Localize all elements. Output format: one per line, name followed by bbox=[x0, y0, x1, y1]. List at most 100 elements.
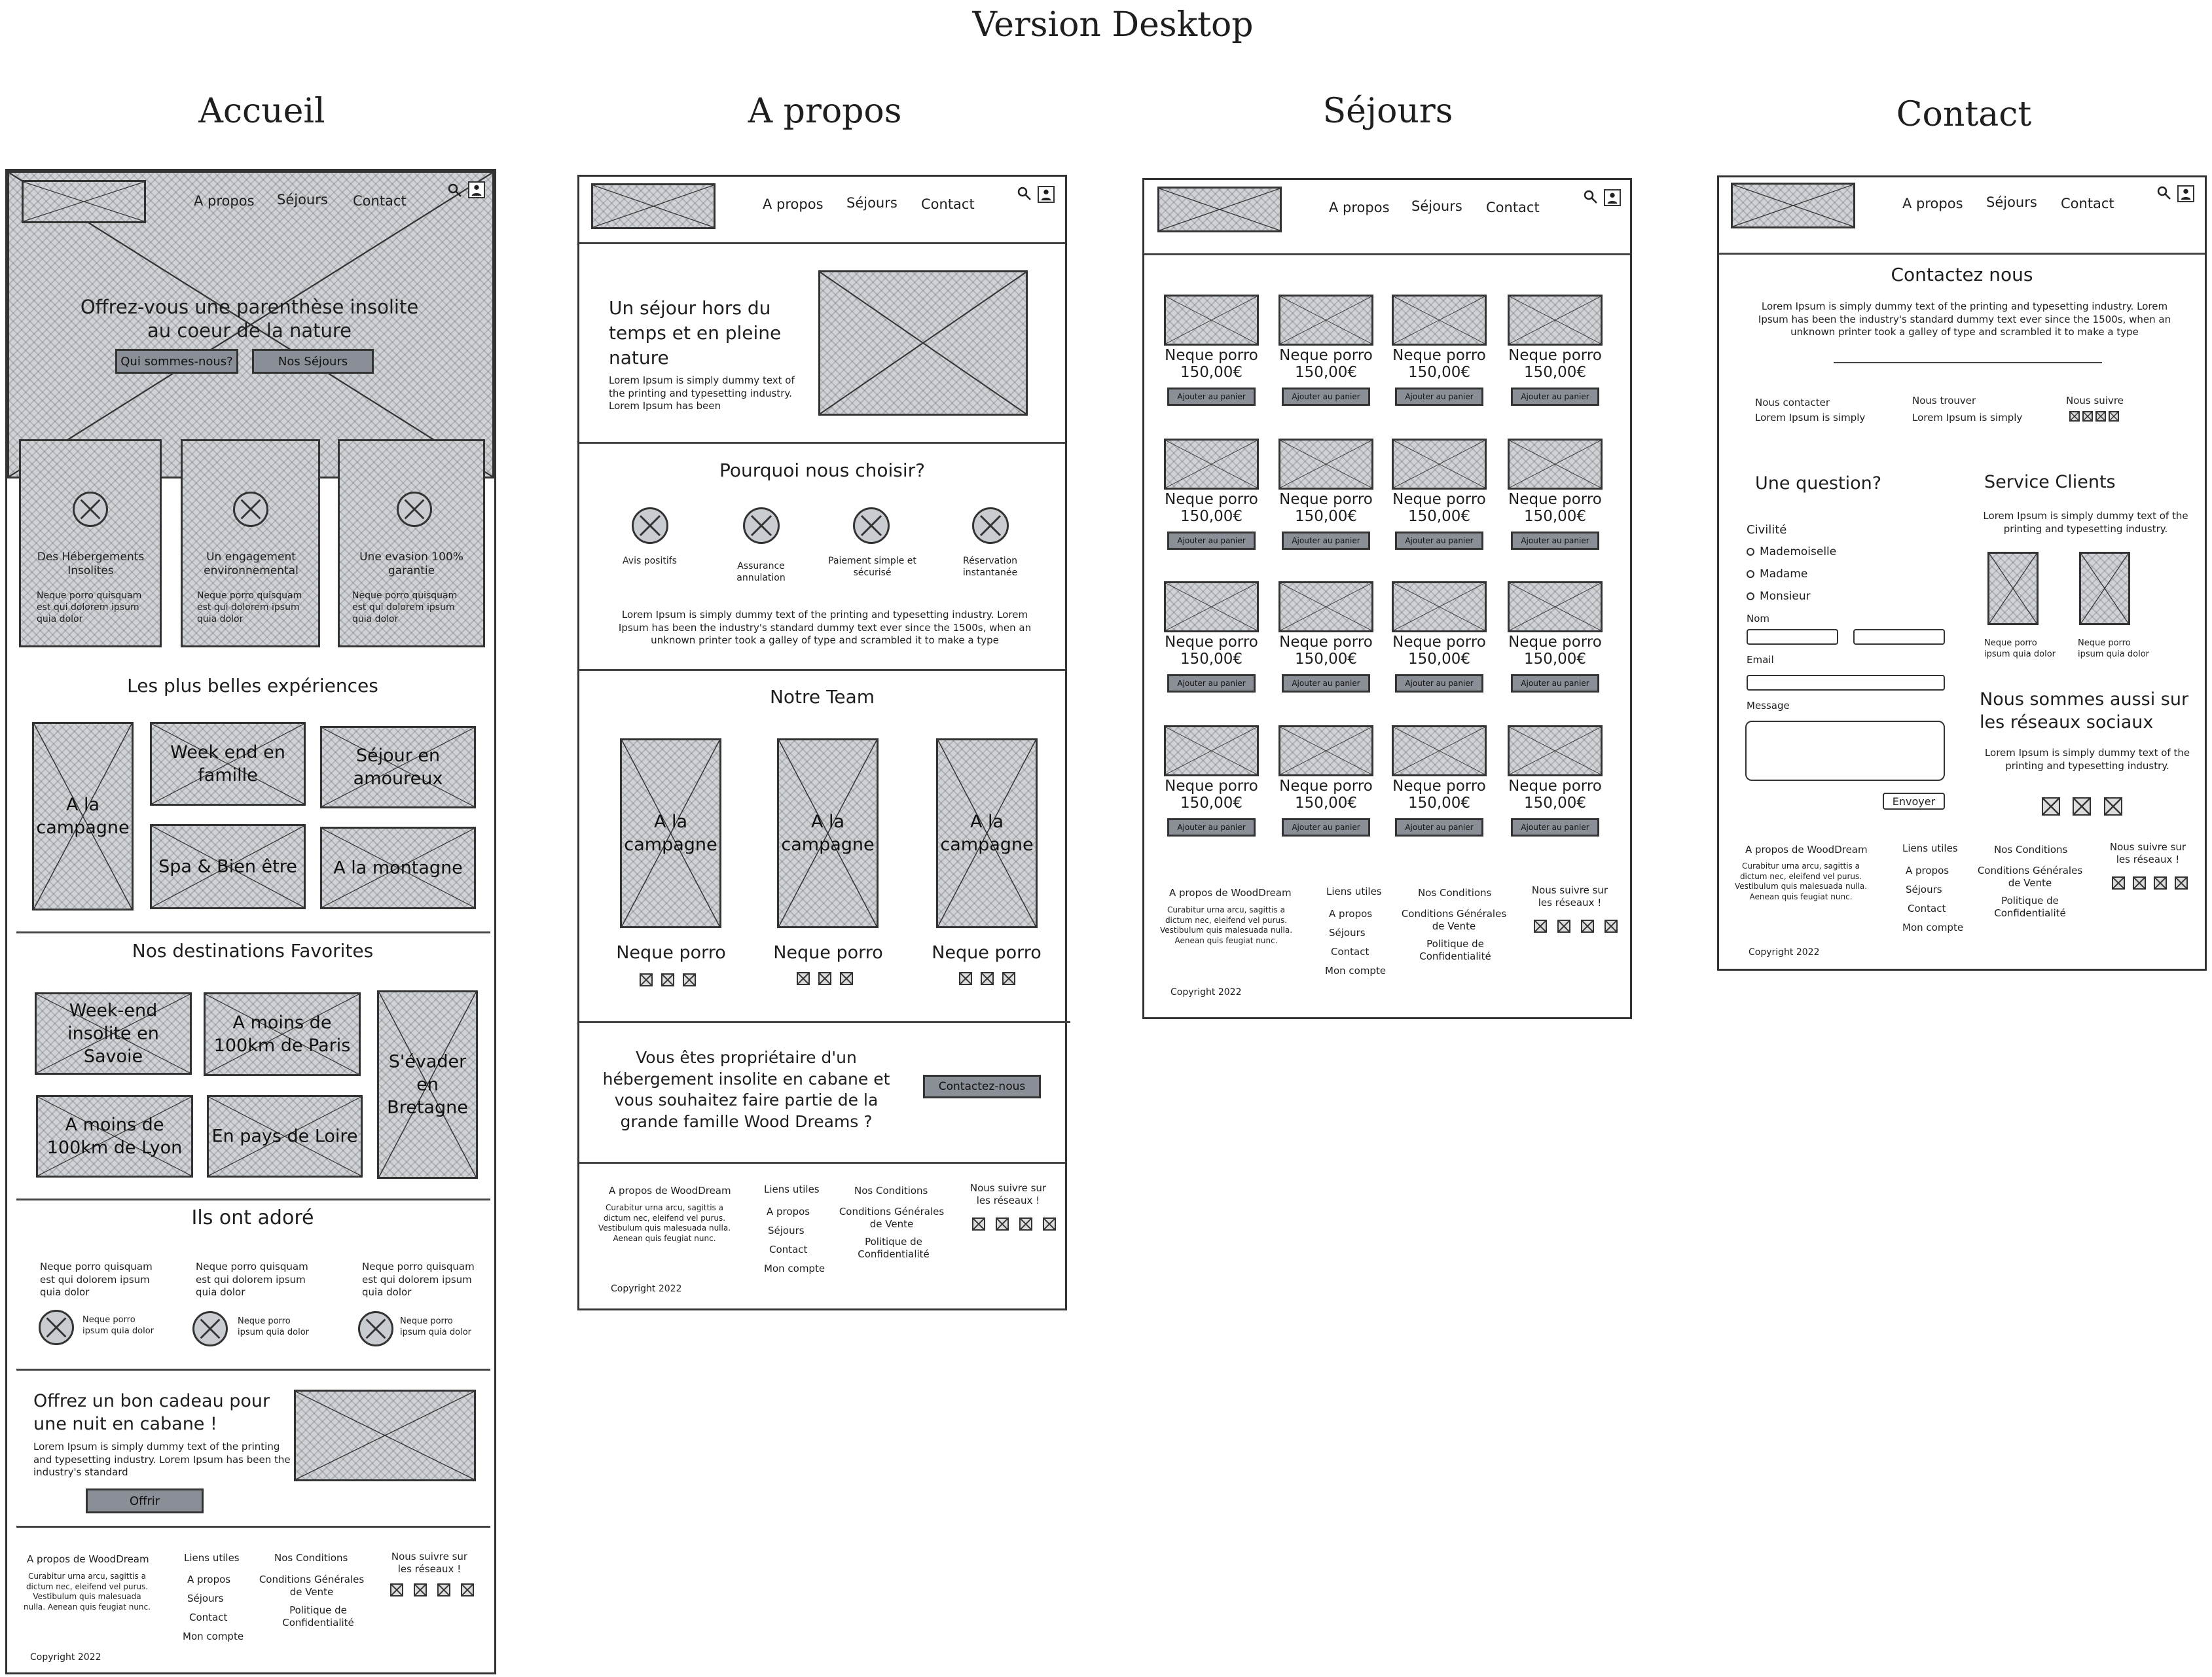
social-icon[interactable] bbox=[959, 972, 972, 985]
ajouter-panier-button[interactable]: Ajouter au panier bbox=[1395, 388, 1483, 406]
ajouter-panier-button[interactable]: Ajouter au panier bbox=[1167, 388, 1256, 406]
footer-link[interactable]: A propos bbox=[1906, 865, 1949, 877]
sejour-card[interactable]: Neque porro 150,00€ Ajouter au panier bbox=[1164, 439, 1262, 563]
ajouter-panier-button[interactable]: Ajouter au panier bbox=[1167, 674, 1256, 693]
footer-privacy[interactable]: Politique de Confidentialité bbox=[1406, 938, 1504, 963]
social-icon[interactable] bbox=[2042, 797, 2060, 816]
destination-card[interactable]: A moins de 100km de Paris bbox=[204, 992, 361, 1076]
social-icon[interactable] bbox=[840, 972, 853, 985]
social-icon[interactable] bbox=[1534, 920, 1547, 933]
nav-sejours[interactable]: Séjours bbox=[846, 195, 897, 211]
social-icon[interactable] bbox=[2104, 797, 2122, 816]
radio-monsieur[interactable]: Monsieur bbox=[1747, 590, 1811, 603]
footer-link[interactable]: Mon compte bbox=[1902, 922, 1963, 934]
footer-cgv[interactable]: Conditions Générales de Vente bbox=[256, 1574, 367, 1598]
nav-a-propos[interactable]: A propos bbox=[194, 193, 255, 209]
social-icon[interactable] bbox=[2073, 797, 2091, 816]
footer-privacy[interactable]: Politique de Confidentialité bbox=[1981, 895, 2079, 920]
ajouter-panier-button[interactable]: Ajouter au panier bbox=[1511, 818, 1599, 837]
offrir-button[interactable]: Offrir bbox=[86, 1488, 204, 1513]
experience-card[interactable]: Spa & Bien être bbox=[150, 824, 306, 909]
sejour-card[interactable]: Neque porro 150,00€ Ajouter au panier bbox=[1278, 581, 1377, 706]
search-icon[interactable] bbox=[447, 183, 463, 198]
social-icon[interactable] bbox=[2133, 876, 2146, 890]
nav-contact[interactable]: Contact bbox=[2061, 196, 2114, 211]
social-icon[interactable] bbox=[797, 972, 810, 985]
sejour-card[interactable]: Neque porro 150,00€ Ajouter au panier bbox=[1508, 295, 1606, 419]
social-icon[interactable] bbox=[996, 1217, 1009, 1231]
footer-cgv[interactable]: Conditions Générales de Vente bbox=[836, 1206, 947, 1231]
footer-link[interactable]: Mon compte bbox=[1325, 965, 1386, 977]
social-icon[interactable] bbox=[437, 1583, 450, 1596]
sejour-card[interactable]: Neque porro 150,00€ Ajouter au panier bbox=[1164, 581, 1262, 706]
social-icon[interactable] bbox=[2175, 876, 2188, 890]
social-icon[interactable] bbox=[1605, 920, 1618, 933]
destination-card[interactable]: Week-end insolite en Savoie bbox=[35, 992, 192, 1075]
sejour-card[interactable]: Neque porro 150,00€ Ajouter au panier bbox=[1278, 439, 1377, 563]
nom-field[interactable] bbox=[1853, 629, 1945, 645]
search-icon[interactable] bbox=[1017, 186, 1032, 202]
footer-privacy[interactable]: Politique de Confidentialité bbox=[844, 1236, 943, 1261]
social-icon[interactable] bbox=[1043, 1217, 1056, 1231]
sejour-card[interactable]: Neque porro 150,00€ Ajouter au panier bbox=[1508, 439, 1606, 563]
ajouter-panier-button[interactable]: Ajouter au panier bbox=[1395, 532, 1483, 550]
nav-a-propos[interactable]: A propos bbox=[1902, 196, 1963, 211]
nav-a-propos[interactable]: A propos bbox=[763, 196, 824, 212]
ajouter-panier-button[interactable]: Ajouter au panier bbox=[1167, 818, 1256, 837]
sejour-card[interactable]: Neque porro 150,00€ Ajouter au panier bbox=[1392, 725, 1490, 850]
destination-card[interactable]: En pays de Loire bbox=[207, 1095, 363, 1178]
footer-link[interactable]: Contact bbox=[1331, 946, 1369, 958]
message-field[interactable] bbox=[1745, 721, 1945, 781]
footer-link[interactable]: Contact bbox=[189, 1612, 227, 1624]
social-icon[interactable] bbox=[2112, 876, 2125, 890]
nav-contact[interactable]: Contact bbox=[921, 196, 975, 212]
footer-link[interactable]: Contact bbox=[769, 1244, 807, 1256]
ajouter-panier-button[interactable]: Ajouter au panier bbox=[1167, 532, 1256, 550]
experience-card[interactable]: A la campagne bbox=[32, 722, 134, 911]
sejour-card[interactable]: Neque porro 150,00€ Ajouter au panier bbox=[1392, 439, 1490, 563]
user-icon[interactable] bbox=[468, 181, 485, 198]
sejour-card[interactable]: Neque porro 150,00€ Ajouter au panier bbox=[1508, 581, 1606, 706]
prenom-field[interactable] bbox=[1747, 629, 1838, 645]
footer-privacy[interactable]: Politique de Confidentialité bbox=[269, 1604, 367, 1629]
sejour-card[interactable]: Neque porro 150,00€ Ajouter au panier bbox=[1508, 725, 1606, 850]
social-icon[interactable] bbox=[390, 1583, 403, 1596]
ajouter-panier-button[interactable]: Ajouter au panier bbox=[1282, 674, 1370, 693]
qui-sommes-nous-button[interactable]: Qui sommes-nous? bbox=[115, 349, 238, 374]
ajouter-panier-button[interactable]: Ajouter au panier bbox=[1395, 674, 1483, 693]
experience-card[interactable]: Séjour en amoureux bbox=[320, 726, 476, 808]
radio-madame[interactable]: Madame bbox=[1747, 568, 1807, 581]
user-icon[interactable] bbox=[2177, 185, 2194, 202]
nav-contact[interactable]: Contact bbox=[353, 193, 407, 209]
social-icon[interactable] bbox=[972, 1217, 985, 1231]
sejour-card[interactable]: Neque porro 150,00€ Ajouter au panier bbox=[1392, 581, 1490, 706]
email-field[interactable] bbox=[1747, 675, 1945, 691]
footer-link[interactable]: Contact bbox=[1908, 903, 1946, 915]
contactez-nous-button[interactable]: Contactez-nous bbox=[923, 1075, 1041, 1098]
ajouter-panier-button[interactable]: Ajouter au panier bbox=[1282, 532, 1370, 550]
sejour-card[interactable]: Neque porro 150,00€ Ajouter au panier bbox=[1278, 295, 1377, 419]
radio-circle[interactable] bbox=[1747, 548, 1754, 556]
footer-link[interactable]: Séjours bbox=[768, 1225, 805, 1237]
radio-circle[interactable] bbox=[1747, 592, 1754, 600]
sejour-card[interactable]: Neque porro 150,00€ Ajouter au panier bbox=[1278, 725, 1377, 850]
user-icon[interactable] bbox=[1038, 186, 1055, 203]
ajouter-panier-button[interactable]: Ajouter au panier bbox=[1282, 818, 1370, 837]
ajouter-panier-button[interactable]: Ajouter au panier bbox=[1511, 674, 1599, 693]
social-icon[interactable] bbox=[640, 973, 653, 986]
social-icon[interactable] bbox=[461, 1583, 474, 1596]
footer-link[interactable]: Séjours bbox=[187, 1593, 224, 1605]
footer-link[interactable]: Séjours bbox=[1329, 927, 1366, 939]
social-icon[interactable] bbox=[661, 973, 674, 986]
social-icon[interactable] bbox=[683, 973, 696, 986]
social-icon[interactable] bbox=[1557, 920, 1570, 933]
social-icon[interactable] bbox=[1581, 920, 1594, 933]
footer-link[interactable]: A propos bbox=[187, 1574, 230, 1586]
radio-mademoiselle[interactable]: Mademoiselle bbox=[1747, 545, 1836, 558]
social-icon[interactable] bbox=[2154, 876, 2167, 890]
envoyer-button[interactable]: Envoyer bbox=[1883, 793, 1945, 810]
destination-card[interactable]: A moins de 100km de Lyon bbox=[36, 1095, 193, 1178]
social-icon[interactable] bbox=[2082, 411, 2093, 422]
nav-sejours[interactable]: Séjours bbox=[277, 192, 328, 207]
social-icon[interactable] bbox=[2069, 411, 2080, 422]
